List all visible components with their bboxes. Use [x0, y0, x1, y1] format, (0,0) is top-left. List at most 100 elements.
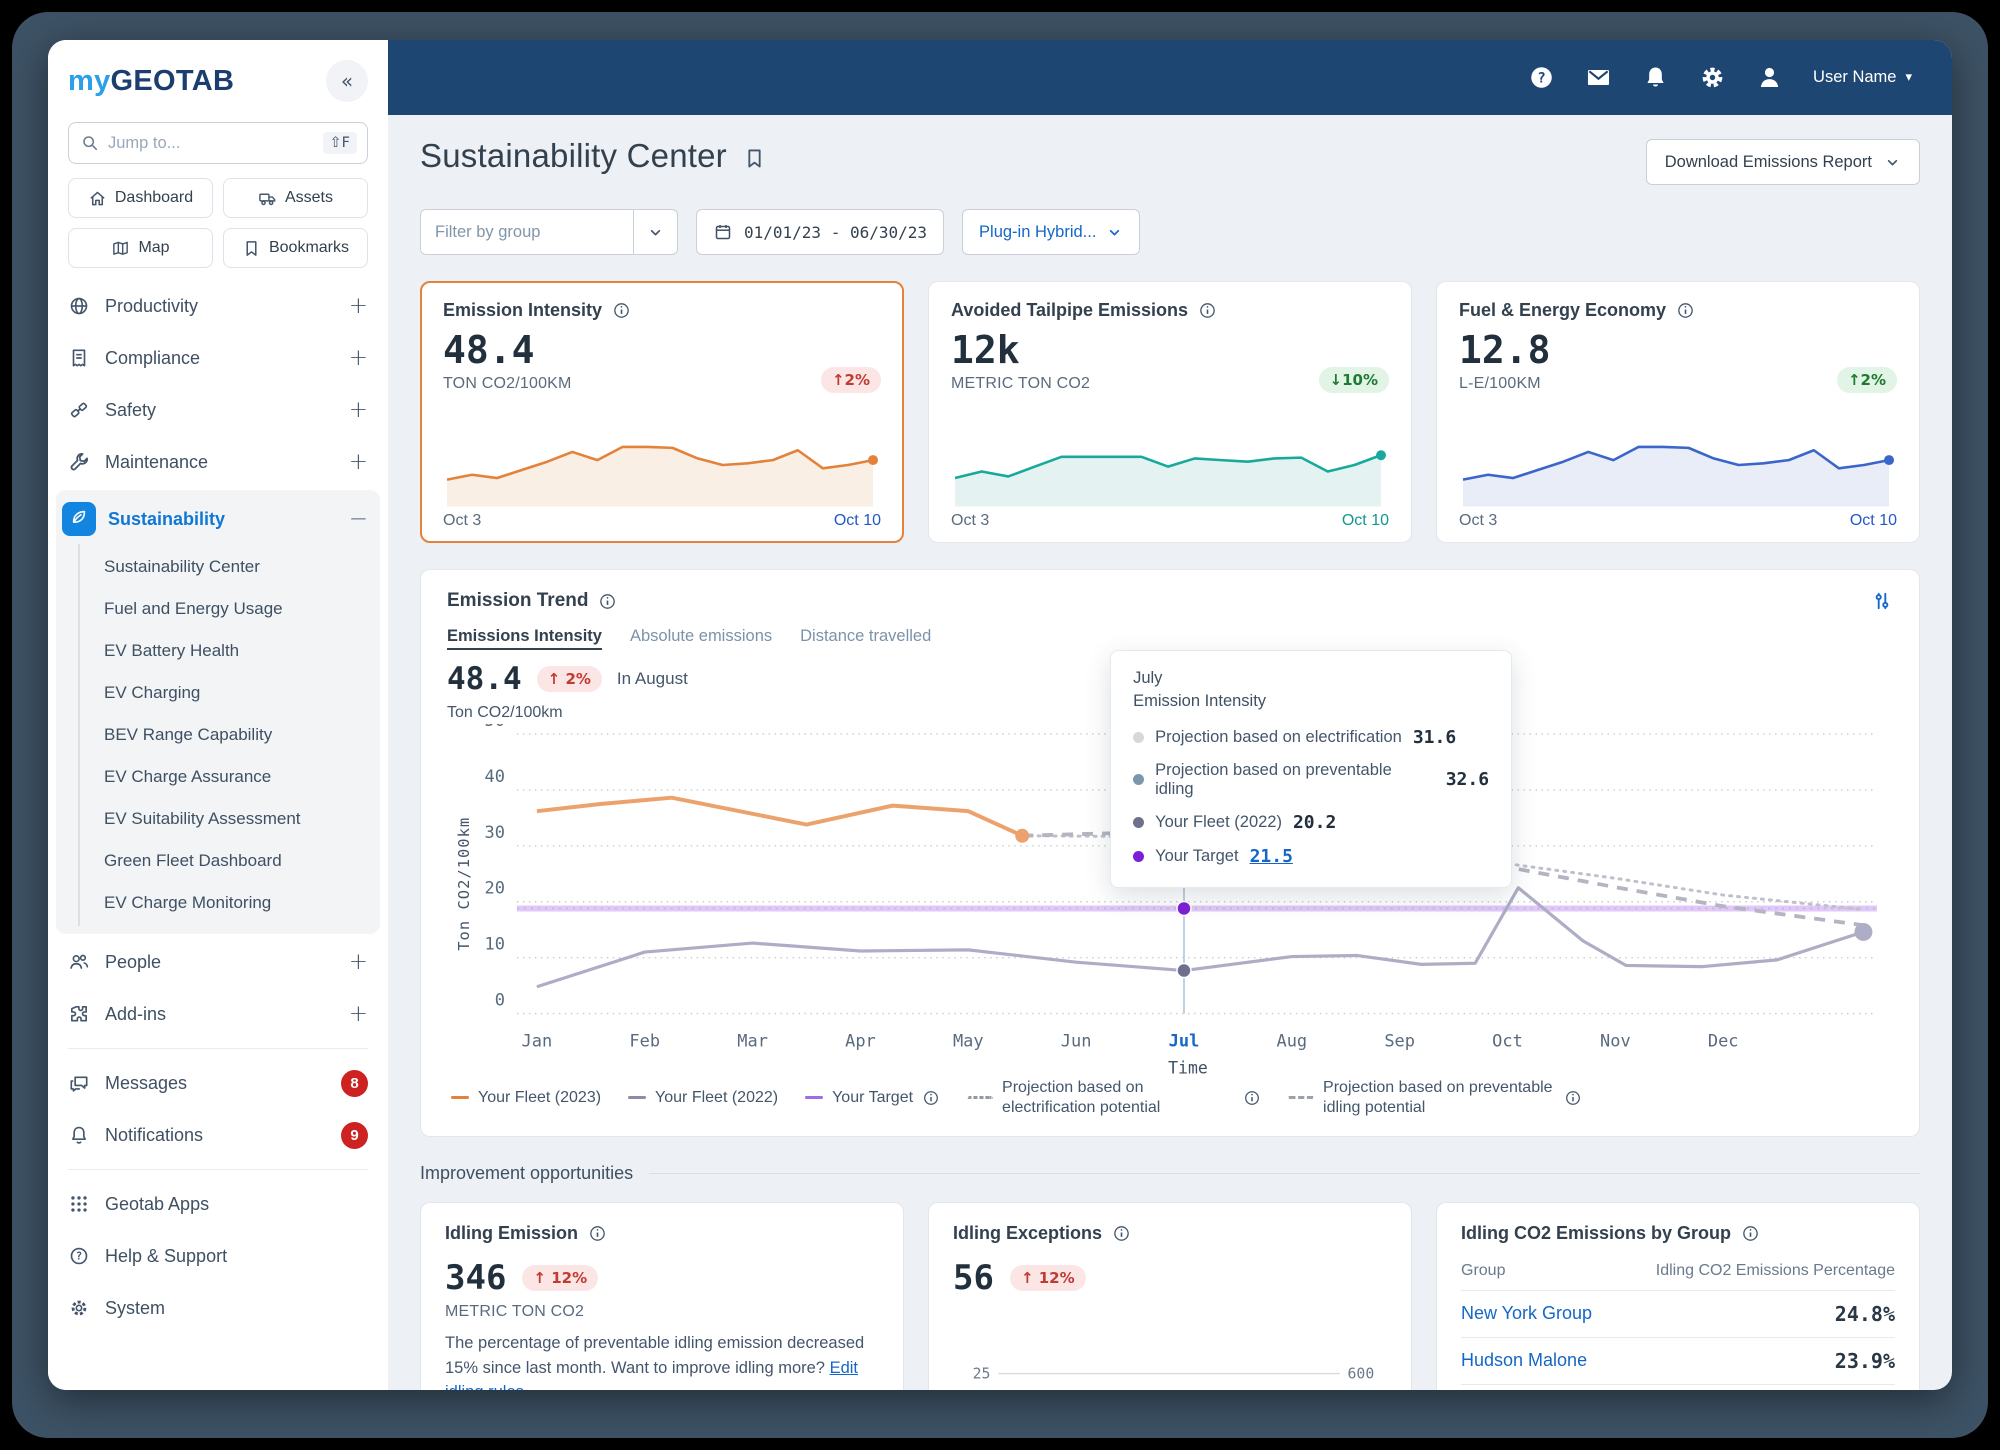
kpi-card-avoided-tailpipe-emissions[interactable]: Avoided Tailpipe Emissions 12k METRIC TO…	[928, 281, 1412, 544]
search-input[interactable]: Jump to... ⇧F	[68, 122, 368, 164]
collapse-section-icon[interactable]: −	[349, 506, 368, 532]
notifications-badge: 9	[341, 1121, 368, 1149]
sidebar-subitem-ev-charging[interactable]: EV Charging	[80, 672, 368, 714]
svg-text:50: 50	[485, 724, 505, 731]
card-value: 346	[445, 1257, 507, 1298]
sidebar-item-help-support[interactable]: ? Help & Support	[68, 1230, 368, 1282]
bookmark-page-icon[interactable]	[743, 147, 766, 170]
sidebar-subitem-ev-charge-assurance[interactable]: EV Charge Assurance	[80, 756, 368, 798]
assets-button[interactable]: Assets	[223, 178, 368, 218]
expand-icon[interactable]: +	[349, 1001, 368, 1027]
user-avatar-icon[interactable]	[1756, 64, 1783, 91]
range-start: Oct 3	[1459, 512, 1498, 530]
sidebar-item-messages[interactable]: Messages 8	[68, 1057, 368, 1109]
sparkline-chart	[954, 450, 1387, 507]
kpi-card-fuel-energy-economy[interactable]: Fuel & Energy Economy 12.8 L-E/100KM ↑2%…	[1436, 281, 1920, 544]
target-value-link[interactable]: 21.5	[1250, 846, 1293, 867]
info-icon[interactable]	[922, 1089, 940, 1107]
sidebar-item-system[interactable]: System	[68, 1282, 368, 1334]
group-link[interactable]: New York Group	[1461, 1303, 1592, 1324]
bell-icon[interactable]	[1642, 64, 1669, 91]
sidebar-item-sustainability[interactable]: Sustainability −	[62, 494, 368, 544]
sidebar-item-notifications[interactable]: Notifications 9	[68, 1109, 368, 1161]
expand-icon[interactable]: +	[349, 949, 368, 975]
expand-icon[interactable]: +	[349, 293, 368, 319]
svg-text:Ton CO2/100km: Ton CO2/100km	[455, 817, 473, 951]
info-icon[interactable]	[1741, 1224, 1760, 1243]
info-icon[interactable]	[598, 592, 617, 611]
section-title: Improvement opportunities	[420, 1162, 634, 1183]
info-icon[interactable]	[612, 301, 631, 320]
svg-text:Sep: Sep	[1384, 1032, 1415, 1052]
tab-distance-travelled[interactable]: Distance travelled	[800, 627, 931, 646]
range-start: Oct 3	[951, 512, 990, 530]
svg-text:Mar: Mar	[737, 1032, 768, 1052]
kpi-unit: TON CO2/100KM	[443, 374, 572, 392]
sidebar-item-safety[interactable]: Safety +	[68, 384, 368, 436]
map-icon	[111, 239, 130, 258]
info-icon[interactable]	[1243, 1089, 1261, 1107]
expand-icon[interactable]: +	[349, 397, 368, 423]
column-header-group: Group	[1461, 1261, 1506, 1279]
info-icon[interactable]	[1564, 1089, 1582, 1107]
divider	[68, 1048, 368, 1049]
info-icon[interactable]	[588, 1224, 607, 1243]
info-icon[interactable]	[1112, 1224, 1131, 1243]
chart-settings-icon[interactable]	[1871, 590, 1893, 612]
leaf-icon	[62, 502, 96, 536]
sidebar-collapse-button[interactable]: «	[326, 60, 368, 102]
sidebar-item-productivity[interactable]: Productivity +	[68, 280, 368, 332]
mail-icon[interactable]	[1585, 64, 1612, 91]
bookmarks-button[interactable]: Bookmarks	[223, 228, 368, 268]
table-row: Toronto Group 23.1%	[1461, 1383, 1895, 1390]
sidebar-item-geotab-apps[interactable]: Geotab Apps	[68, 1178, 368, 1230]
sidebar-subitem-ev-battery-health[interactable]: EV Battery Health	[80, 630, 368, 672]
sidebar-subitem-sustainability-center[interactable]: Sustainability Center	[80, 546, 368, 588]
user-menu[interactable]: User Name ▾	[1813, 68, 1912, 87]
expand-icon[interactable]: +	[349, 345, 368, 371]
chevron-down-icon	[1884, 154, 1901, 171]
gear-icon[interactable]	[1699, 64, 1726, 91]
sidebar-item-compliance[interactable]: Compliance +	[68, 332, 368, 384]
kpi-card-emission-intensity[interactable]: Emission Intensity 48.4 TON CO2/100KM ↑2…	[420, 281, 904, 544]
sidebar-subitem-bev-range-capability[interactable]: BEV Range Capability	[80, 714, 368, 756]
tab-absolute-emissions[interactable]: Absolute emissions	[630, 627, 772, 646]
help-icon[interactable]: ?	[1528, 64, 1555, 91]
sidebar-item-add-ins[interactable]: Add-ins +	[68, 988, 368, 1040]
card-value: 56	[953, 1257, 994, 1298]
bookmark-icon	[242, 239, 261, 258]
page-title: Sustainability Center	[420, 137, 727, 174]
sidebar-subitem-ev-suitability-assessment[interactable]: EV Suitability Assessment	[80, 798, 368, 840]
download-emissions-report-button[interactable]: Download Emissions Report	[1645, 139, 1920, 185]
tab-emissions-intensity[interactable]: Emissions Intensity	[447, 627, 602, 646]
svg-text:Oct: Oct	[1492, 1032, 1523, 1052]
chevron-down-icon	[1106, 224, 1123, 241]
map-button[interactable]: Map	[68, 228, 213, 268]
divider	[68, 1169, 368, 1170]
card-unit: METRIC TON CO2	[445, 1302, 585, 1320]
chevron-down-icon: ▾	[1905, 70, 1912, 85]
sidebar-item-maintenance[interactable]: Maintenance +	[68, 436, 368, 488]
sustainability-section: Sustainability − Sustainability Center F…	[56, 490, 380, 934]
group-link[interactable]: Hudson Malone	[1461, 1350, 1587, 1371]
sidebar-subitem-ev-charge-monitoring[interactable]: EV Charge Monitoring	[80, 882, 368, 924]
dashboard-button[interactable]: Dashboard	[68, 178, 213, 218]
svg-text:Jul: Jul	[1169, 1032, 1200, 1052]
expand-icon[interactable]: +	[349, 449, 368, 475]
info-icon[interactable]	[1198, 301, 1217, 320]
vehicle-type-filter[interactable]: Plug-in Hybrid...	[962, 209, 1141, 255]
search-placeholder: Jump to...	[108, 133, 181, 152]
kpi-value: 12.8	[1459, 328, 1551, 372]
filter-by-group-select[interactable]: Filter by group	[420, 209, 678, 255]
idling-exceptions-chart: 2560020480	[973, 1365, 1375, 1382]
svg-text:Jun: Jun	[1061, 1032, 1092, 1052]
seatbelt-icon	[68, 399, 90, 421]
table-row: Hudson Malone 23.9%	[1461, 1336, 1895, 1384]
sidebar-subitem-fuel-and-energy-usage[interactable]: Fuel and Energy Usage	[80, 588, 368, 630]
date-range-picker[interactable]: 01/01/23 - 06/30/23	[696, 209, 945, 255]
sidebar-subitem-green-fleet-dashboard[interactable]: Green Fleet Dashboard	[80, 840, 368, 882]
sidebar-item-people[interactable]: People +	[68, 936, 368, 988]
info-icon[interactable]	[1676, 301, 1695, 320]
change-badge: ↑2%	[1836, 366, 1897, 393]
svg-text:10: 10	[485, 935, 505, 955]
